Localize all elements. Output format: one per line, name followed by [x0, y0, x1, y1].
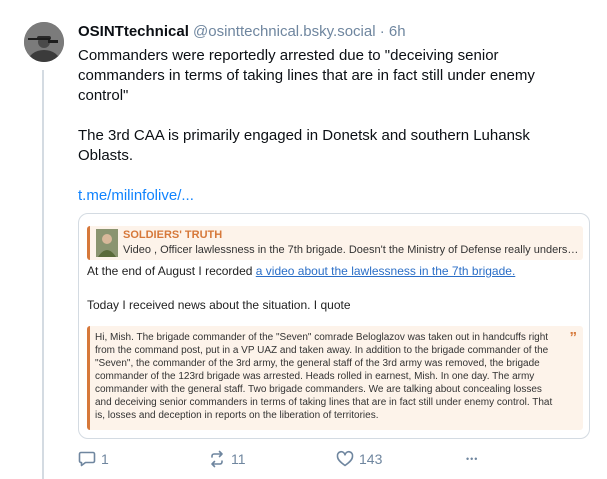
post-paragraph-1: Commanders were reportedly arrested due …	[78, 47, 535, 104]
post-age[interactable]: 6h	[389, 23, 406, 40]
post-paragraph-2: The 3rd CAA is primarily engaged in Done…	[78, 127, 530, 164]
quote-block: Hi, Mish. The brigade commander of the "…	[87, 326, 583, 430]
quote-text: Hi, Mish. The brigade commander of the "…	[95, 332, 553, 421]
embed-video-link: a video about the lawlessness in the 7th…	[255, 264, 516, 278]
quote-mark-icon: ”	[569, 329, 578, 346]
embedded-image[interactable]: SOLDIERS' TRUTH Video , Officer lawlessn…	[78, 213, 590, 439]
reply-preview: SOLDIERS' TRUTH Video , Officer lawlessn…	[87, 226, 583, 260]
reply-button[interactable]: 1	[78, 448, 109, 470]
person-thumbnail-icon	[96, 229, 118, 257]
reply-thumbnail	[96, 229, 118, 257]
post-header: OSINTtechnical @osinttechnical.bsky.soci…	[78, 22, 406, 42]
repost-button[interactable]: 11	[208, 448, 246, 470]
repost-count: 11	[231, 451, 246, 467]
post-text: Commanders were reportedly arrested due …	[78, 46, 588, 206]
reply-description: Video , Officer lawlessness in the 7th b…	[123, 244, 579, 256]
heart-icon	[336, 450, 354, 467]
embed-line-2: Today I received news about the situatio…	[87, 298, 351, 312]
separator-dot: ·	[379, 23, 385, 40]
more-options-button[interactable]: •••	[466, 448, 478, 470]
action-bar: 1 11 143 •••	[78, 448, 588, 470]
speech-bubble-icon	[78, 451, 96, 467]
author-handle[interactable]: @osinttechnical.bsky.social	[193, 23, 376, 40]
embed-line-1-text: At the end of August I recorded	[87, 264, 256, 278]
external-link[interactable]: t.me/milinfolive/...	[78, 187, 194, 204]
avatar[interactable]	[24, 22, 64, 62]
avatar-soldier-icon	[24, 22, 64, 62]
reply-count: 1	[101, 451, 109, 467]
reply-title: SOLDIERS' TRUTH	[123, 229, 223, 241]
repost-arrows-icon	[211, 450, 223, 468]
ellipsis-icon: •••	[466, 454, 479, 464]
like-count: 143	[359, 451, 383, 467]
author-name[interactable]: OSINTtechnical	[78, 23, 189, 40]
embed-line-1: At the end of August I recorded a video …	[87, 263, 515, 279]
thread-line	[42, 70, 44, 479]
like-button[interactable]: 143	[336, 448, 382, 470]
telegram-screenshot: SOLDIERS' TRUTH Video , Officer lawlessn…	[83, 218, 586, 435]
